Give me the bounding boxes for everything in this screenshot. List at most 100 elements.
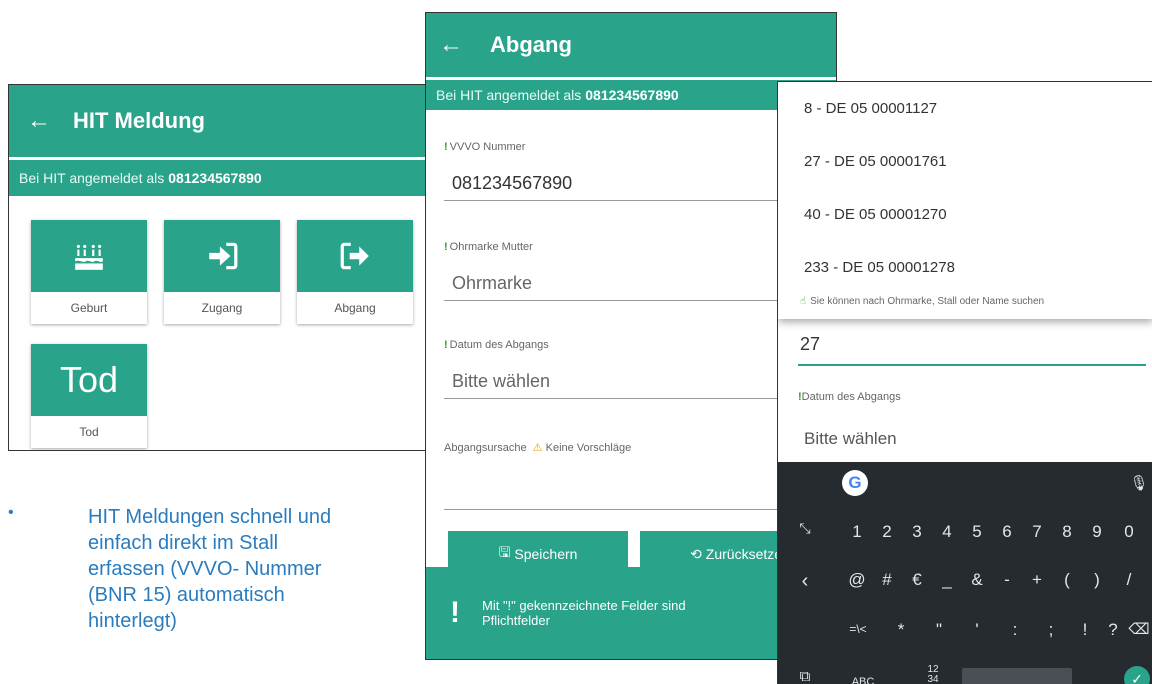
notice-line-2: Pflichtfelder [482, 613, 550, 628]
tile-abgang-header [297, 220, 413, 292]
abgang-screen: ← Abgang Bei HIT angemeldet als 08123456… [425, 12, 837, 660]
ursache-warning: Keine Vorschläge [545, 442, 632, 454]
space-bar[interactable] [962, 668, 1072, 684]
google-g-icon[interactable]: G [842, 470, 868, 496]
check-icon[interactable]: ✓ [1124, 666, 1150, 684]
tile-geburt-header [31, 220, 147, 292]
abc-key[interactable]: ABC [848, 676, 878, 684]
key[interactable]: ? [1102, 620, 1124, 640]
bullet-marker: • [8, 504, 14, 521]
key[interactable]: * [890, 620, 912, 640]
warning-icon: ⚠ [529, 442, 543, 454]
key[interactable]: ) [1086, 570, 1108, 590]
back-arrow-icon[interactable]: ← [426, 31, 476, 59]
key[interactable]: - [996, 570, 1018, 590]
input-underline-focused [798, 364, 1146, 366]
key[interactable]: 7 [1026, 522, 1048, 542]
clipboard-icon[interactable]: ⧉ [794, 668, 816, 684]
back-chevron-icon[interactable]: ‹ [794, 570, 816, 593]
key[interactable]: 1 [846, 522, 868, 542]
ursache-label: Abgangsursache [444, 442, 527, 454]
datum-select[interactable]: Bitte wählen [804, 429, 897, 449]
key[interactable]: =\< [844, 622, 872, 636]
page-title: Abgang [490, 32, 572, 57]
key[interactable]: 2 [876, 522, 898, 542]
required-fields-notice: ! Mit "!" gekennzeichnete Felder sind Pf… [426, 567, 836, 659]
notice-line-1: Mit "!" gekennzeichnete Felder sind [482, 598, 686, 613]
key[interactable]: / [1118, 570, 1140, 590]
undo-icon: ⟲ [690, 545, 706, 562]
tile-zugang-header [164, 220, 280, 292]
key[interactable]: _ [936, 570, 958, 590]
tile-tod-big-text: Tod [59, 359, 119, 400]
required-mark: ! [444, 241, 448, 253]
exclamation-icon: ! [450, 596, 460, 629]
ohrmarke-input[interactable]: 27 [800, 334, 820, 355]
feature-bullet: • HIT Meldungen schnell und einfach dire… [8, 504, 358, 634]
microphone-icon[interactable]: 🎙 [1128, 474, 1150, 492]
tile-abgang-label: Abgang [334, 301, 376, 315]
key[interactable]: ( [1056, 570, 1078, 590]
key[interactable]: ' [966, 620, 988, 640]
divider [9, 157, 437, 160]
bullet-text: HIT Meldungen schnell und einfach direkt… [88, 506, 332, 632]
login-status: Bei HIT angemeldet als 081234567890 [9, 160, 437, 196]
key[interactable]: & [966, 570, 988, 590]
hit-meldung-screen: ← HIT Meldung Bei HIT angemeldet als 081… [8, 84, 438, 451]
key[interactable]: ! [1074, 620, 1096, 640]
required-mark: ! [444, 141, 448, 153]
period-key[interactable]: . [1094, 672, 1116, 684]
key[interactable]: + [1026, 570, 1048, 590]
login-status: Bei HIT angemeldet als 081234567890 [426, 80, 836, 110]
birthday-cake-icon [75, 244, 103, 270]
tile-geburt-label: Geburt [70, 301, 108, 315]
dropdown-option[interactable]: 233 - DE 05 00001278 [778, 241, 1152, 294]
key[interactable]: @ [846, 570, 868, 590]
search-hint: ☝ Sie können nach Ohrmarke, Stall oder N… [778, 296, 1152, 307]
tile-geburt[interactable]: Geburt [31, 220, 147, 324]
key[interactable]: € [906, 570, 928, 590]
tile-tod-label: Tod [79, 425, 99, 439]
tile-abgang[interactable]: Abgang [297, 220, 413, 324]
autocomplete-dropdown: 8 - DE 05 00001127 27 - DE 05 00001761 4… [778, 82, 1152, 319]
resize-keyboard-icon[interactable]: ⤡ [794, 520, 816, 537]
key[interactable]: 3 [906, 522, 928, 542]
key[interactable]: 4 [936, 522, 958, 542]
status-number: 081234567890 [585, 87, 679, 103]
key[interactable]: 5 [966, 522, 988, 542]
tile-tod[interactable]: Tod Tod [31, 344, 147, 448]
key[interactable]: " [928, 620, 950, 640]
back-arrow-icon[interactable]: ← [9, 107, 69, 135]
datum-label: Datum des Abgangs [449, 339, 549, 351]
backspace-icon[interactable]: ⌫ [1128, 620, 1150, 638]
comma-key[interactable]: , [892, 672, 914, 684]
status-number: 081234567890 [168, 170, 262, 186]
vvvo-label: VVVO Nummer [449, 141, 526, 153]
app-bar: ← HIT Meldung [9, 85, 437, 157]
key[interactable]: 9 [1086, 522, 1108, 542]
search-hint-text: Sie können nach Ohrmarke, Stall oder Nam… [810, 296, 1045, 307]
key[interactable]: 0 [1118, 522, 1140, 542]
key[interactable]: : [1004, 620, 1026, 640]
sign-in-icon [209, 242, 238, 270]
required-mark: ! [444, 339, 448, 351]
status-prefix: Bei HIT angemeldet als [436, 87, 582, 103]
mutter-label: Ohrmarke Mutter [449, 241, 533, 253]
key[interactable]: 8 [1056, 522, 1078, 542]
status-prefix: Bei HIT angemeldet als [19, 170, 165, 186]
datum-label: !Datum des Abgangs [798, 391, 901, 403]
tile-tod-header: Tod [31, 344, 147, 416]
key[interactable]: # [876, 570, 898, 590]
sign-out-icon [340, 242, 369, 270]
key[interactable]: 6 [996, 522, 1018, 542]
fraction-key[interactable]: 12 34 [922, 665, 944, 684]
dropdown-option[interactable]: 27 - DE 05 00001761 [778, 135, 1152, 188]
tile-zugang-label: Zugang [201, 301, 243, 315]
tile-zugang[interactable]: Zugang [164, 220, 280, 324]
divider [426, 77, 836, 80]
dropdown-option[interactable]: 40 - DE 05 00001270 [778, 188, 1152, 241]
key[interactable]: ; [1040, 620, 1062, 640]
dropdown-option[interactable]: 8 - DE 05 00001127 [778, 82, 1152, 135]
save-icon: 🖫 [498, 544, 515, 560]
hand-pointer-icon: ☝ [800, 296, 807, 307]
